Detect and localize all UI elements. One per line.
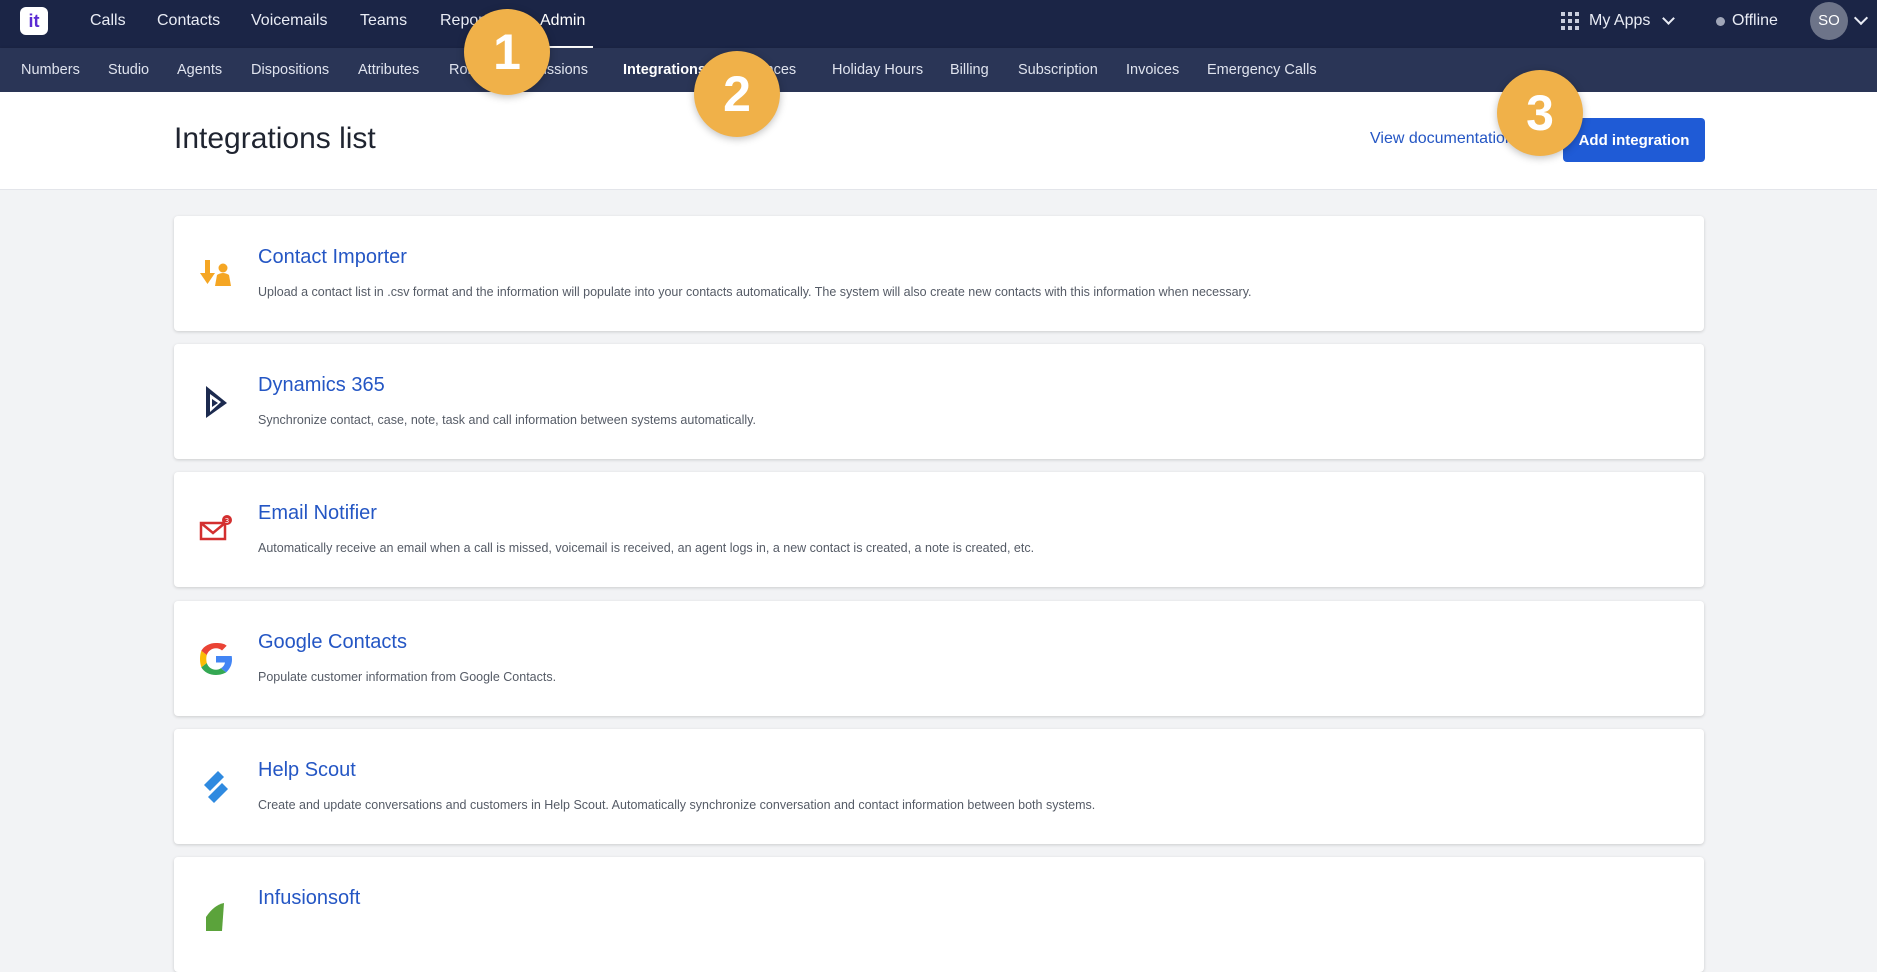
integration-name[interactable]: Dynamics 365: [258, 374, 385, 397]
avatar[interactable]: SO: [1810, 2, 1848, 40]
step-badge-2: 2: [694, 51, 780, 137]
subnav-subscription[interactable]: Subscription: [1018, 48, 1098, 92]
chevron-down-icon: [1662, 12, 1676, 25]
my-apps-label: My Apps: [1589, 12, 1651, 29]
subnav-agents[interactable]: Agents: [177, 48, 222, 92]
integration-description: Synchronize contact, case, note, task an…: [258, 413, 756, 427]
subnav-numbers[interactable]: Numbers: [21, 48, 80, 92]
subnav-studio[interactable]: Studio: [108, 48, 149, 92]
nav-teams[interactable]: Teams: [360, 0, 407, 48]
apps-grid-icon: [1561, 12, 1579, 30]
integration-description: Create and update conversations and cust…: [258, 798, 1096, 812]
integration-name[interactable]: Email Notifier: [258, 502, 377, 525]
step-badge-1: 1: [464, 9, 550, 95]
subnav-billing[interactable]: Billing: [950, 48, 989, 92]
page-title: Integrations list: [174, 122, 376, 155]
infusionsoft-icon: [206, 903, 224, 931]
add-integration-button[interactable]: Add integration: [1563, 118, 1705, 162]
integration-card-dynamics-365[interactable]: Dynamics 365 Synchronize contact, case, …: [174, 344, 1704, 459]
integration-card-google-contacts[interactable]: Google Contacts Populate customer inform…: [174, 601, 1704, 716]
integration-description: Populate customer information from Googl…: [258, 670, 557, 684]
help-scout-icon: [204, 771, 228, 803]
svg-text:3: 3: [225, 517, 229, 525]
subnav-emergency-calls[interactable]: Emergency Calls: [1207, 48, 1317, 92]
admin-subnav: Numbers Studio Agents Dispositions Attri…: [0, 48, 1877, 92]
integration-name[interactable]: Google Contacts: [258, 631, 407, 654]
status-label: Offline: [1732, 12, 1778, 29]
email-notifier-icon: 3: [199, 515, 232, 541]
avatar-chevron-down-icon[interactable]: [1853, 10, 1869, 26]
top-navbar: it Calls Contacts Voicemails Teams Repor…: [0, 0, 1877, 48]
subnav-invoices[interactable]: Invoices: [1126, 48, 1179, 92]
page-header: Integrations list View documentation Add…: [0, 92, 1877, 190]
integration-description: Automatically receive an email when a ca…: [258, 541, 1035, 555]
nav-contacts[interactable]: Contacts: [157, 0, 220, 48]
integration-card-infusionsoft[interactable]: Infusionsoft: [174, 857, 1704, 972]
dynamics-365-icon: [206, 386, 227, 418]
integration-card-email-notifier[interactable]: 3 Email Notifier Automatically receive a…: [174, 472, 1704, 587]
subnav-dispositions[interactable]: Dispositions: [251, 48, 329, 92]
contact-importer-icon: [200, 260, 231, 286]
subnav-attributes[interactable]: Attributes: [358, 48, 419, 92]
integration-card-help-scout[interactable]: Help Scout Create and update conversatio…: [174, 729, 1704, 844]
status-dot-icon: [1716, 16, 1725, 26]
integration-description: Upload a contact list in .csv format and…: [258, 285, 1252, 299]
subnav-holiday-hours[interactable]: Holiday Hours: [832, 48, 923, 92]
my-apps-menu[interactable]: My Apps: [1561, 0, 1676, 42]
integration-name[interactable]: Contact Importer: [258, 246, 407, 269]
step-badge-3: 3: [1497, 70, 1583, 156]
view-documentation-link[interactable]: View documentation: [1370, 130, 1514, 148]
integration-name[interactable]: Help Scout: [258, 759, 356, 782]
app-logo[interactable]: it: [20, 7, 48, 35]
google-icon: [200, 643, 232, 675]
subnav-integrations[interactable]: Integrations: [623, 48, 706, 92]
integration-card-contact-importer[interactable]: Contact Importer Upload a contact list i…: [174, 216, 1704, 331]
status-selector[interactable]: Offline: [1716, 0, 1778, 42]
nav-calls[interactable]: Calls: [90, 0, 126, 48]
nav-voicemails[interactable]: Voicemails: [251, 0, 327, 48]
integration-name[interactable]: Infusionsoft: [258, 887, 360, 910]
